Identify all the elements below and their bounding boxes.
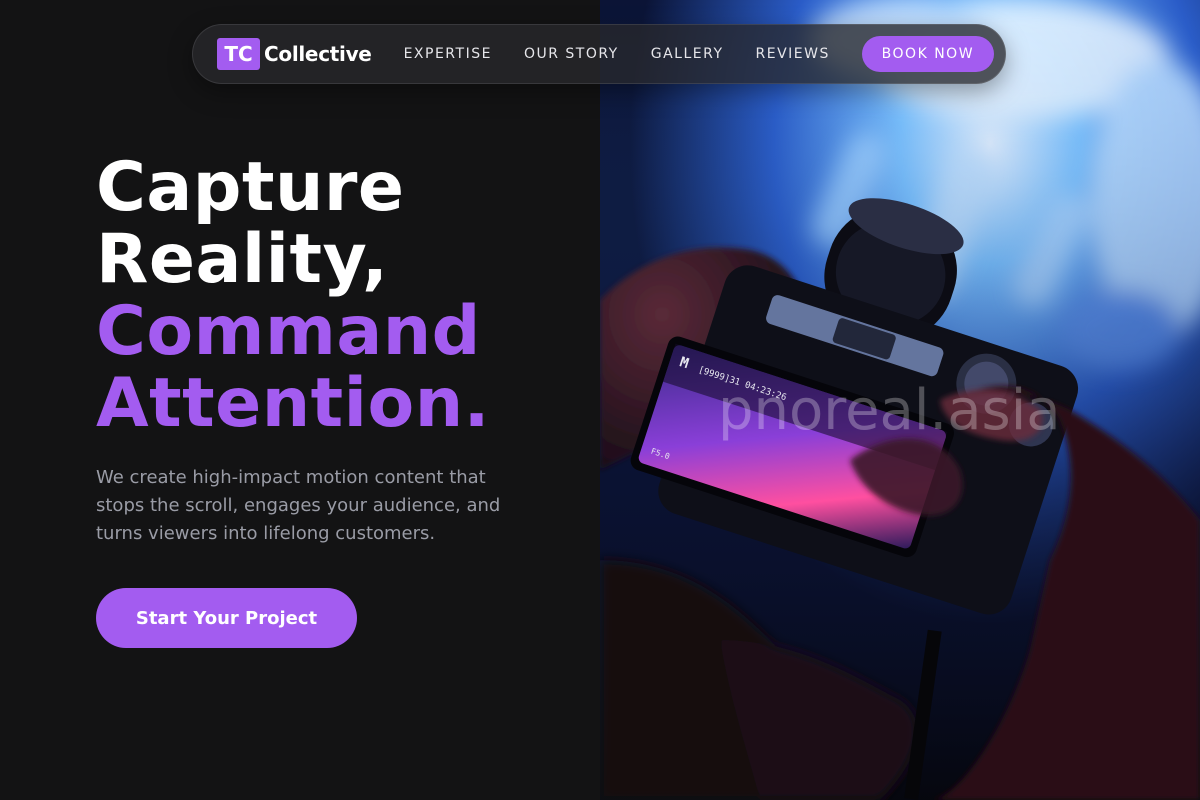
headline-line-3: Command	[96, 292, 481, 371]
page: M [9999]31 04:23:26 F5.0 pnoreal.asia TC	[0, 0, 1200, 800]
brand-logo[interactable]: TC Collective	[217, 38, 372, 70]
hero-subtext: We create high-impact motion content tha…	[96, 467, 501, 544]
nav-link-expertise[interactable]: EXPERTISE	[404, 46, 492, 62]
brand-mark: TC	[217, 38, 260, 70]
hero-image: M [9999]31 04:23:26 F5.0 pnoreal.asia	[600, 0, 1200, 800]
headline-line-1: Capture	[96, 148, 405, 227]
nav-link-reviews[interactable]: REVIEWS	[756, 46, 830, 62]
watermark-text: pnoreal.asia	[718, 378, 1061, 443]
hero-headline: Capture Reality, Command Attention.	[96, 152, 490, 440]
brand-name: Collective	[264, 42, 372, 66]
headline-line-2: Reality,	[96, 220, 389, 299]
nav-link-our-story[interactable]: OUR STORY	[524, 46, 619, 62]
top-nav: TC Collective EXPERTISE OUR STORY GALLER…	[192, 24, 1006, 84]
start-project-button[interactable]: Start Your Project	[96, 588, 357, 648]
headline-line-4: Attention.	[96, 364, 490, 443]
nav-link-gallery[interactable]: GALLERY	[651, 46, 724, 62]
book-now-button[interactable]: BOOK NOW	[861, 36, 994, 72]
